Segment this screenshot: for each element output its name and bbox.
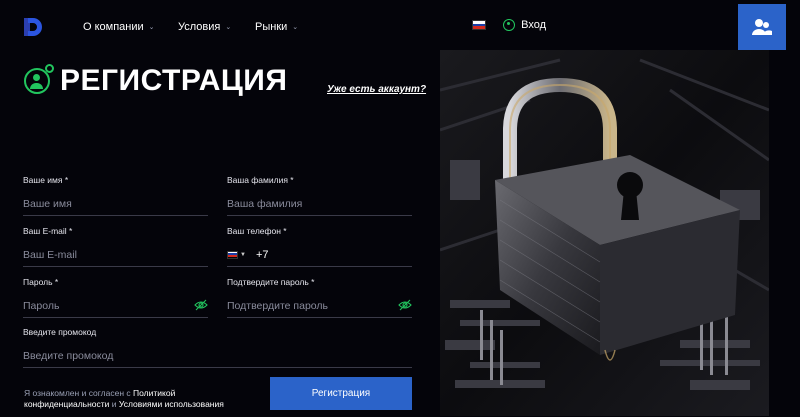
first-name-field: Ваше имя * <box>23 175 208 216</box>
account-button[interactable] <box>738 4 786 50</box>
first-name-input[interactable] <box>23 197 208 210</box>
nav-label: О компании <box>83 21 144 33</box>
promo-label: Введите промокод <box>23 327 97 337</box>
brand-logo[interactable] <box>22 16 44 38</box>
user-add-icon <box>24 64 54 94</box>
nav-item-markets[interactable]: Рынки ⌄ <box>255 21 298 33</box>
last-name-input[interactable] <box>227 197 412 210</box>
email-input[interactable] <box>23 248 208 261</box>
chevron-down-icon: ⌄ <box>225 24 232 31</box>
eye-off-icon[interactable] <box>398 298 412 312</box>
ru-flag-icon <box>227 250 238 259</box>
phone-input[interactable] <box>272 248 412 261</box>
phone-field: Ваш телефон * ▼ +7 <box>227 226 412 267</box>
login-link[interactable]: Вход <box>521 19 546 31</box>
chevron-down-icon: ⌄ <box>292 24 299 31</box>
terms-link[interactable]: Условиями использования <box>119 399 224 409</box>
promo-input[interactable] <box>23 349 412 362</box>
nav-label: Рынки <box>255 21 288 33</box>
padlock-image <box>440 50 769 416</box>
password-input[interactable] <box>23 299 208 312</box>
phone-code: +7 <box>255 248 269 261</box>
password-label: Пароль * <box>23 277 59 287</box>
phone-label: Ваш телефон * <box>227 226 287 236</box>
page-title: РЕГИСТРАЦИЯ <box>60 64 288 97</box>
users-icon <box>752 19 772 35</box>
promo-field: Введите промокод <box>23 327 412 368</box>
country-select[interactable]: ▼ <box>227 250 246 259</box>
password-confirm-field: Подтвердите пароль * <box>227 277 412 318</box>
consent-text: Я ознакомлен и согласен с Политикой конф… <box>24 388 254 410</box>
last-name-field: Ваша фамилия * <box>227 175 412 216</box>
header-right: Вход <box>440 0 546 50</box>
password-confirm-input[interactable] <box>227 299 412 312</box>
chevron-down-icon: ▼ <box>240 251 246 258</box>
eye-off-icon[interactable] <box>194 298 208 312</box>
first-name-label: Ваше имя * <box>23 175 69 185</box>
email-field: Ваш E-mail * <box>23 226 208 267</box>
have-account-link[interactable]: Уже есть аккаунт? <box>327 84 426 95</box>
register-button[interactable]: Регистрация <box>270 377 412 410</box>
email-label: Ваш E-mail * <box>23 226 73 236</box>
consent-and: и <box>111 399 117 409</box>
nav-label: Условия <box>178 21 221 33</box>
password-confirm-label: Подтвердите пароль * <box>227 277 315 287</box>
title-row: РЕГИСТРАЦИЯ <box>24 64 287 98</box>
password-field: Пароль * <box>23 277 208 318</box>
last-name-label: Ваша фамилия * <box>227 175 294 185</box>
chevron-down-icon: ⌄ <box>148 24 155 31</box>
consent-prefix: Я ознакомлен и согласен с <box>24 388 131 398</box>
user-icon <box>503 19 516 31</box>
language-flag-icon[interactable] <box>472 20 486 30</box>
nav-item-conditions[interactable]: Условия ⌄ <box>178 21 231 33</box>
nav-item-company[interactable]: О компании ⌄ <box>83 21 155 33</box>
